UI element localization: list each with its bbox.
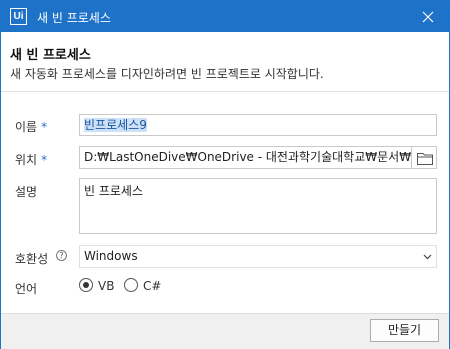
radio-vb-label[interactable]: VB (98, 279, 114, 293)
compatibility-select[interactable]: Windows (79, 245, 437, 268)
name-label: 이름 * (15, 120, 48, 134)
description-value: 빈 프로세스 (84, 184, 144, 198)
name-field[interactable]: 빈프로세스9 (79, 114, 437, 136)
title-bar: Ui 새 빈 프로세스 (1, 1, 449, 32)
dialog-header: 새 빈 프로세스 새 자동화 프로세스를 디자인하려면 빈 프로젝트로 시작합니… (1, 32, 449, 93)
new-blank-process-dialog: Ui 새 빈 프로세스 새 빈 프로세스 새 자동화 프로세스를 디자인하려면 … (0, 0, 450, 349)
compatibility-value: Windows (84, 249, 138, 263)
dialog-description: 새 자동화 프로세스를 디자인하려면 빈 프로젝트로 시작합니다. (10, 67, 324, 81)
required-mark: * (41, 120, 48, 134)
description-label: 설명 (15, 185, 38, 199)
radio-csharp-label[interactable]: C# (143, 279, 161, 293)
create-button[interactable]: 만들기 (370, 319, 439, 342)
close-icon (422, 11, 434, 23)
radio-csharp[interactable] (124, 278, 138, 292)
help-icon[interactable]: ? (56, 250, 67, 261)
language-label: 언어 (15, 282, 38, 296)
location-field[interactable]: D:₩LastOneDive₩OneDrive - 대전과학기술대학교₩문서₩ (79, 146, 412, 169)
location-field-value: D:₩LastOneDive₩OneDrive - 대전과학기술대학교₩문서₩ (84, 150, 412, 164)
location-label: 위치 * (15, 153, 48, 167)
dialog-heading: 새 빈 프로세스 (10, 48, 91, 63)
compatibility-label: 호환성 (15, 252, 49, 266)
name-field-value: 빈프로세스9 (84, 118, 147, 132)
uipath-logo: Ui (10, 8, 27, 25)
description-textarea[interactable]: 빈 프로세스 (79, 178, 437, 234)
dialog-footer: 만들기 (1, 313, 449, 349)
browse-folder-button[interactable] (411, 146, 437, 169)
header-divider (1, 91, 449, 92)
window-title: 새 빈 프로세스 (37, 11, 111, 25)
required-mark: * (41, 153, 48, 167)
folder-icon (417, 153, 433, 165)
radio-vb[interactable] (79, 278, 93, 292)
close-button[interactable] (413, 5, 443, 29)
chevron-down-icon (423, 254, 432, 260)
radio-selected-dot (83, 282, 89, 288)
